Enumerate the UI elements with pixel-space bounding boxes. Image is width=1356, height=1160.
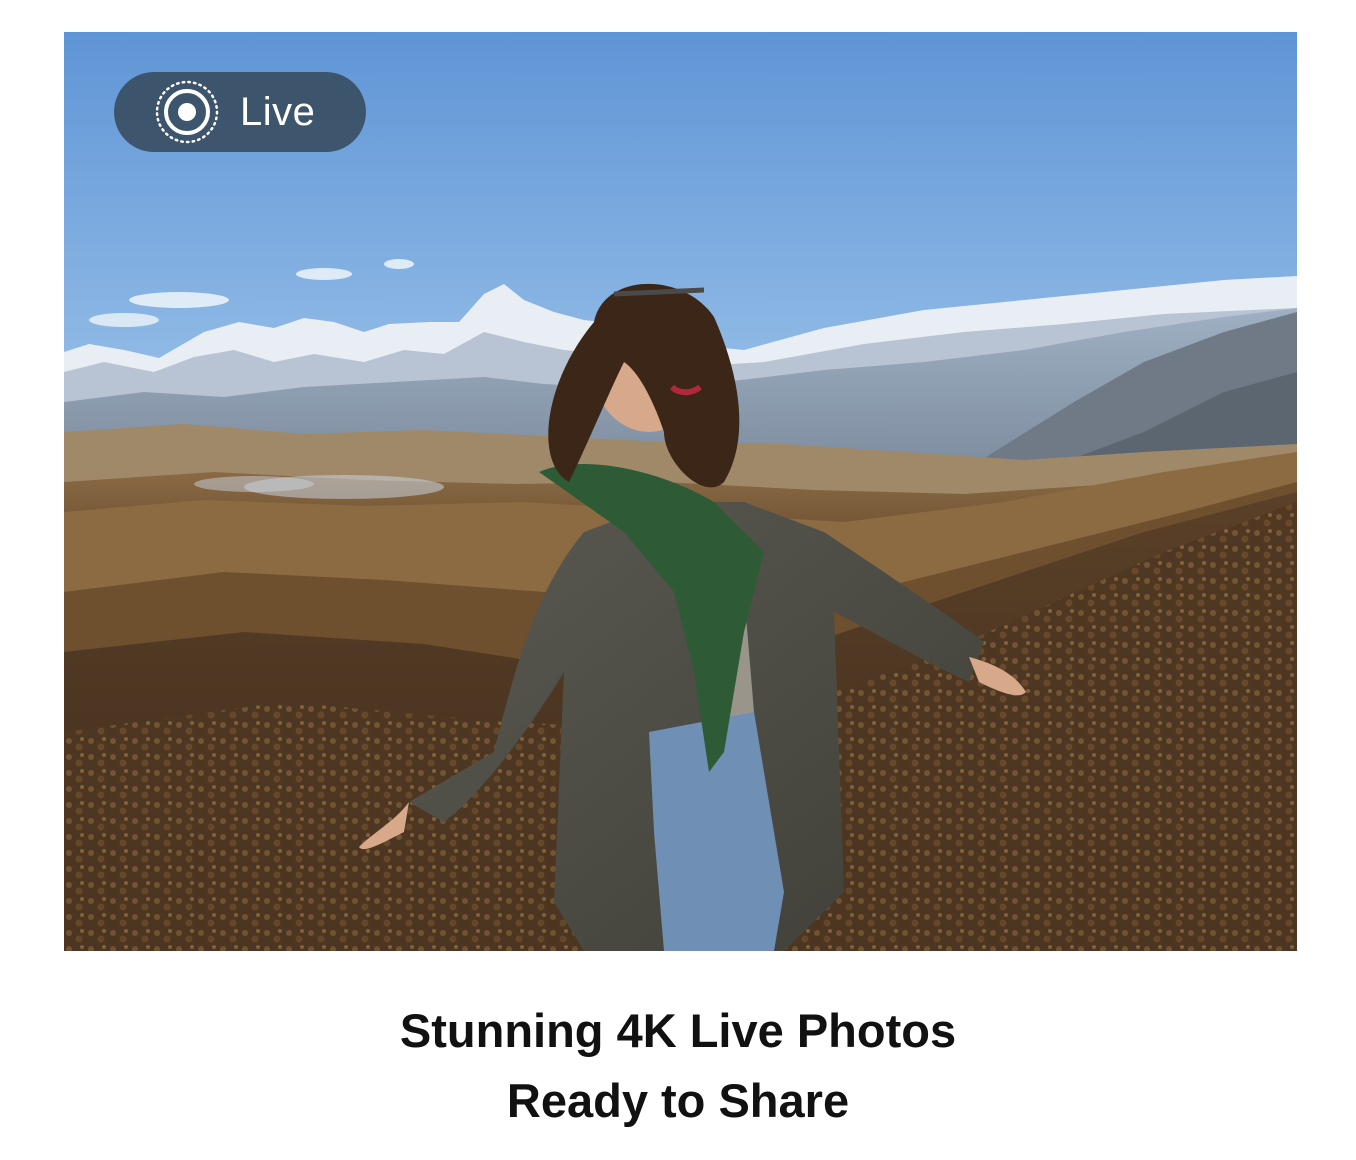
page: Live Stunning 4K Live Photos Ready to Sh…: [0, 0, 1356, 1160]
live-badge-label: Live: [240, 89, 316, 134]
caption-line-1: Stunning 4K Live Photos: [399, 1004, 957, 1057]
live-photo-icon: [155, 80, 219, 144]
live-badge-button[interactable]: Live: [114, 72, 366, 152]
live-photo[interactable]: Live: [64, 32, 1297, 951]
caption-line-2: Ready to Share: [506, 1074, 850, 1127]
landscape-photo-image: [64, 32, 1297, 951]
caption: Stunning 4K Live Photos Ready to Share: [0, 996, 1356, 1136]
